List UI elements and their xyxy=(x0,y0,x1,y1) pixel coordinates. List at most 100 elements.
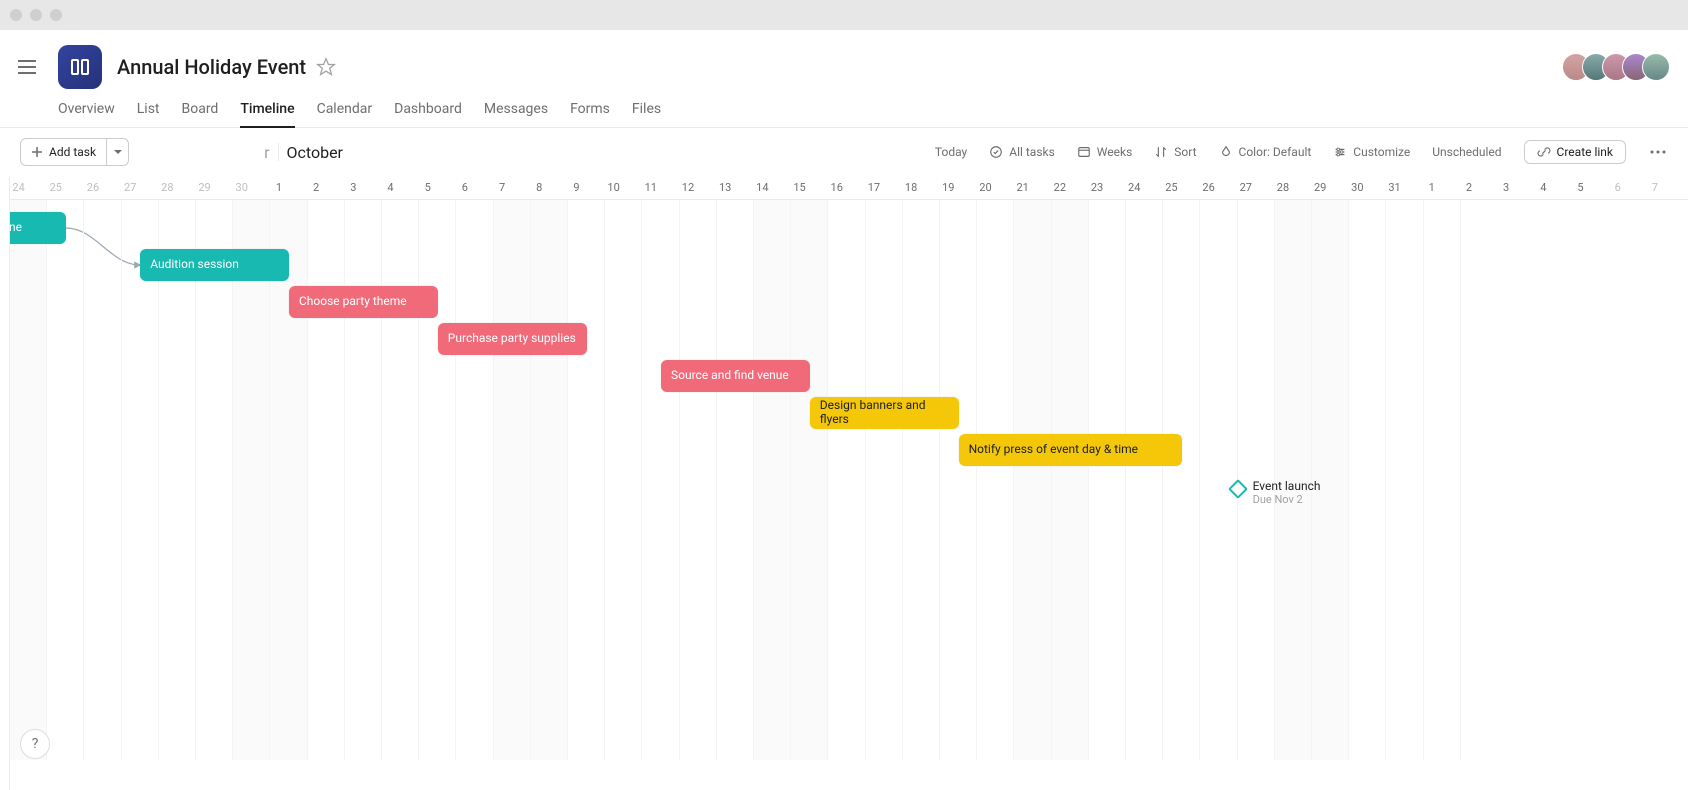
date-cell: 28 xyxy=(1264,176,1301,199)
date-cell: 7 xyxy=(483,176,520,199)
date-cell: 20 xyxy=(967,176,1004,199)
more-actions-button[interactable] xyxy=(1648,150,1668,154)
date-cell: 29 xyxy=(186,176,223,199)
timeline-canvas[interactable]: Source talent to headlineAudition sessio… xyxy=(0,200,1688,760)
task-bar[interactable]: Choose party theme xyxy=(289,286,438,318)
grid-column xyxy=(1163,200,1200,760)
timeline: 2425262728293012345678910111213141516171… xyxy=(0,176,1688,790)
date-cell: 3 xyxy=(335,176,372,199)
date-cell: 6 xyxy=(446,176,483,199)
add-task-button[interactable]: Add task xyxy=(21,139,106,165)
date-cell: 5 xyxy=(409,176,446,199)
grid-column xyxy=(568,200,605,760)
date-cell: 26 xyxy=(1190,176,1227,199)
timeline-toolbar: Add task r October Today All tasks Weeks… xyxy=(0,128,1688,176)
grid-column xyxy=(1089,200,1126,760)
milestone[interactable]: Event launch Due Nov 2 xyxy=(1231,479,1321,506)
date-cell: 4 xyxy=(372,176,409,199)
date-cell: 10 xyxy=(595,176,632,199)
zoom-dropdown[interactable]: Weeks xyxy=(1077,145,1132,159)
grid-column xyxy=(531,200,568,760)
project-members[interactable] xyxy=(1570,53,1670,81)
grid-column xyxy=(1014,200,1051,760)
date-header: 2425262728293012345678910111213141516171… xyxy=(0,176,1688,200)
date-cell: 30 xyxy=(1339,176,1376,199)
traffic-minimize-icon[interactable] xyxy=(30,9,42,21)
grid-column xyxy=(642,200,679,760)
star-button[interactable] xyxy=(316,57,336,77)
grid-column xyxy=(233,200,270,760)
tab-calendar[interactable]: Calendar xyxy=(317,101,373,127)
date-cell: 8 xyxy=(521,176,558,199)
page-header: Annual Holiday Event xyxy=(0,30,1688,89)
customize-button[interactable]: Customize xyxy=(1333,145,1410,159)
date-cell: 18 xyxy=(893,176,930,199)
window-chrome xyxy=(0,0,1688,30)
grid-column xyxy=(1349,200,1386,760)
grid-column xyxy=(419,200,456,760)
month-heading: r October xyxy=(264,143,343,162)
task-filter-dropdown[interactable]: All tasks xyxy=(989,145,1055,159)
grid-column xyxy=(903,200,940,760)
date-cell: 17 xyxy=(855,176,892,199)
grid-column xyxy=(940,200,977,760)
date-cell: 24 xyxy=(1116,176,1153,199)
grid-column xyxy=(308,200,345,760)
date-cell: 25 xyxy=(1153,176,1190,199)
task-bar[interactable]: Notify press of event day & time xyxy=(959,434,1182,466)
date-cell: 21 xyxy=(1004,176,1041,199)
avatar[interactable] xyxy=(1642,53,1670,81)
add-task-label: Add task xyxy=(49,145,96,159)
add-task-dropdown[interactable] xyxy=(106,139,128,165)
date-cell: 30 xyxy=(223,176,260,199)
color-button[interactable]: Color: Default xyxy=(1219,145,1312,159)
tab-messages[interactable]: Messages xyxy=(484,101,548,127)
grid-column xyxy=(754,200,791,760)
date-cell: 22 xyxy=(1041,176,1078,199)
task-bar[interactable]: Design banners and flyers xyxy=(810,397,959,429)
milestone-label: Event launch xyxy=(1253,479,1321,493)
tab-forms[interactable]: Forms xyxy=(570,101,610,127)
date-cell: 15 xyxy=(781,176,818,199)
milestone-due: Due Nov 2 xyxy=(1253,493,1321,506)
grid-column xyxy=(382,200,419,760)
create-link-button[interactable]: Create link xyxy=(1524,140,1626,164)
sidebar-toggle-button[interactable] xyxy=(18,53,46,81)
task-bar[interactable]: Purchase party supplies xyxy=(438,323,587,355)
grid-column xyxy=(456,200,493,760)
grid-column xyxy=(680,200,717,760)
grid-column xyxy=(1126,200,1163,760)
grid-column xyxy=(866,200,903,760)
date-cell: 27 xyxy=(1227,176,1264,199)
grid-column xyxy=(1052,200,1089,760)
grid-column xyxy=(159,200,196,760)
date-cell: 26 xyxy=(74,176,111,199)
date-cell: 31 xyxy=(1376,176,1413,199)
task-bar[interactable]: Source and find venue xyxy=(661,360,810,392)
date-cell: 11 xyxy=(632,176,669,199)
timeline-gutter xyxy=(0,176,10,790)
tab-board[interactable]: Board xyxy=(182,101,219,127)
date-cell: 4 xyxy=(1525,176,1562,199)
tab-list[interactable]: List xyxy=(137,101,160,127)
date-cell: 29 xyxy=(1302,176,1339,199)
tab-timeline[interactable]: Timeline xyxy=(240,101,294,127)
grid-column xyxy=(270,200,307,760)
add-task-group: Add task xyxy=(20,138,129,166)
date-cell: 13 xyxy=(707,176,744,199)
task-bar[interactable]: Audition session xyxy=(140,249,289,281)
tab-dashboard[interactable]: Dashboard xyxy=(394,101,462,127)
unscheduled-button[interactable]: Unscheduled xyxy=(1432,145,1501,159)
today-button[interactable]: Today xyxy=(935,145,967,159)
traffic-zoom-icon[interactable] xyxy=(50,9,62,21)
milestone-diamond-icon xyxy=(1228,479,1248,499)
project-title[interactable]: Annual Holiday Event xyxy=(117,55,306,79)
traffic-close-icon[interactable] xyxy=(10,9,22,21)
grid-column xyxy=(717,200,754,760)
tab-overview[interactable]: Overview xyxy=(58,101,115,127)
sort-button[interactable]: Sort xyxy=(1154,145,1196,159)
grid-column xyxy=(791,200,828,760)
help-button[interactable]: ? xyxy=(20,729,50,759)
tab-files[interactable]: Files xyxy=(632,101,661,127)
current-month-label: October xyxy=(287,143,343,162)
